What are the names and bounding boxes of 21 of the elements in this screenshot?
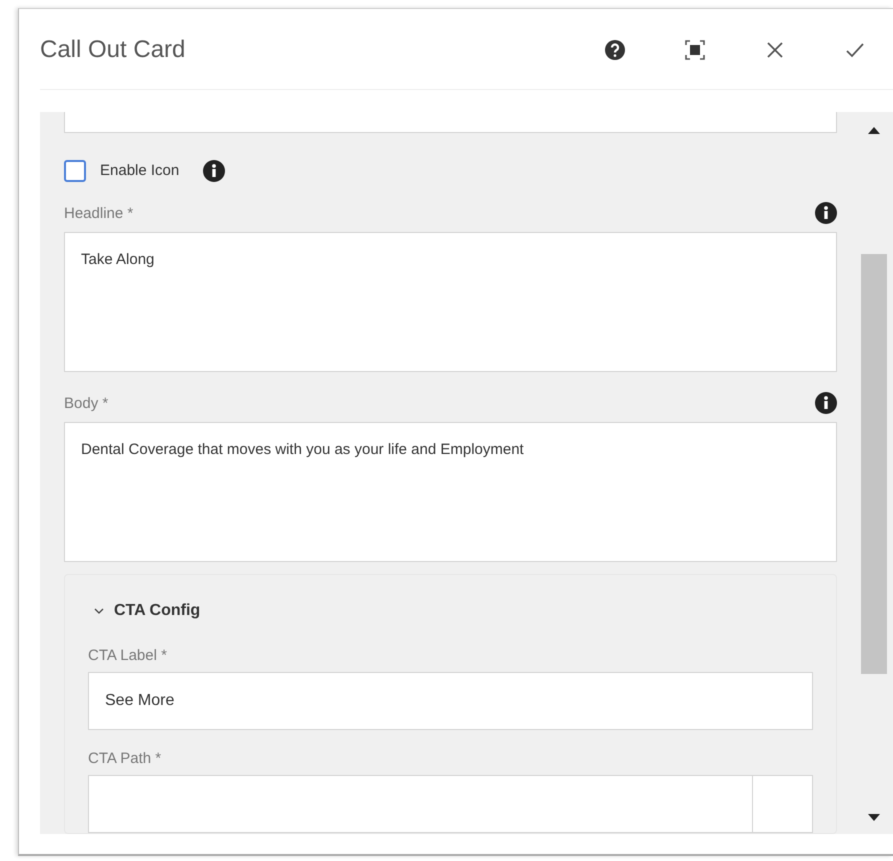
textarea-field[interactable]: Dental Coverage that moves with you as your life and Employment (64, 422, 837, 562)
field-label: Body * (64, 394, 108, 412)
textarea-field[interactable]: Take Along (64, 232, 837, 372)
checkbox-label: Enable Icon (100, 162, 180, 180)
field-label: CTA Path * (88, 750, 162, 767)
scroll-up-icon[interactable] (868, 126, 880, 134)
info-icon[interactable] (815, 392, 837, 414)
fullscreen-icon[interactable] (683, 38, 707, 62)
input-field[interactable] (88, 774, 753, 833)
info-icon[interactable] (203, 160, 226, 182)
field-label: Headline * (64, 204, 134, 222)
input-field[interactable]: See More (88, 672, 813, 730)
scroll-down-icon[interactable] (868, 814, 880, 822)
checkbox[interactable] (64, 160, 86, 182)
field-label: CTA Label * (88, 646, 168, 664)
info-icon[interactable] (815, 202, 837, 224)
scrollbar-thumb[interactable] (861, 254, 887, 674)
section-title[interactable]: CTA Config (114, 602, 200, 620)
input-field[interactable] (64, 112, 837, 133)
help-icon[interactable] (603, 38, 627, 62)
dialog-title: Call Out Card (40, 36, 186, 64)
